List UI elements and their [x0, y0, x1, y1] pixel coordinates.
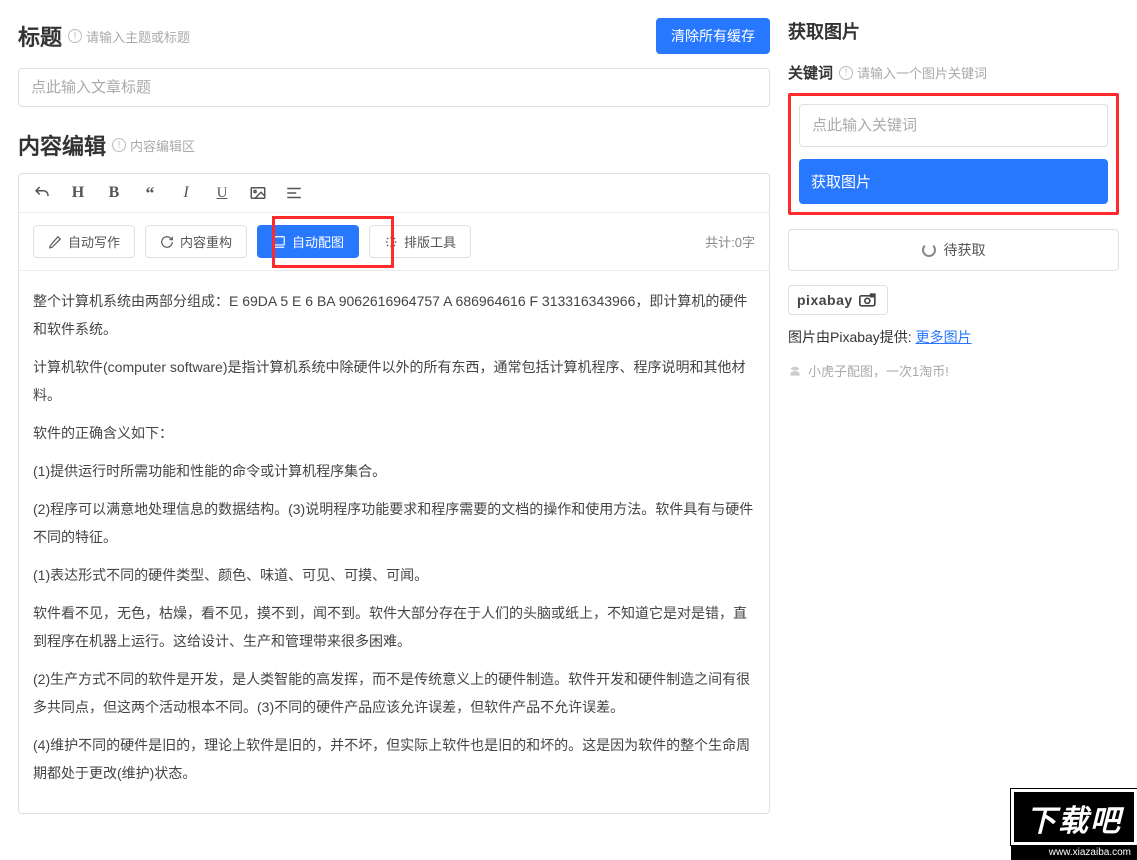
restructure-label: 内容重构	[180, 232, 232, 251]
editor-paragraph: 软件看不见，无色，枯燥，看不见，摸不到，闻不到。软件大部分存在于人们的头脑或纸上…	[33, 599, 755, 655]
editor-paragraph: 整个计算机系统由两部分组成：E 69DA 5 E 6 BA 9062616964…	[33, 287, 755, 343]
status-button[interactable]: 待获取	[788, 229, 1119, 271]
status-label: 待获取	[944, 240, 986, 260]
pixabay-badge: pixabay	[788, 285, 888, 315]
content-section-label: 内容编辑	[18, 129, 106, 161]
restructure-button[interactable]: 内容重构	[145, 225, 247, 258]
watermark-sub: www.xiazaiba.com	[1011, 845, 1137, 860]
fetch-image-label: 获取图片	[811, 174, 871, 191]
format-toolbar: H B “ I U	[19, 174, 769, 213]
credit-prefix: 图片由Pixabay提供:	[788, 329, 912, 345]
editor-paragraph: (2)程序可以满意地处理信息的数据结构。(3)说明程序功能要求和程序需要的文档的…	[33, 495, 755, 551]
auto-write-label: 自动写作	[68, 232, 120, 251]
clear-cache-button[interactable]: 清除所有缓存	[656, 18, 770, 54]
word-count: 共计:0字	[705, 232, 755, 251]
content-hint: 内容编辑区	[130, 136, 195, 155]
clear-cache-label: 清除所有缓存	[671, 26, 755, 46]
side-title: 获取图片	[788, 18, 1119, 44]
fetch-image-button[interactable]: 获取图片	[799, 159, 1108, 204]
align-left-icon[interactable]	[285, 184, 303, 202]
loading-icon	[922, 243, 936, 257]
heading-icon[interactable]: H	[69, 184, 87, 202]
keyword-input[interactable]	[799, 104, 1108, 147]
quote-icon[interactable]: “	[141, 184, 159, 202]
image-credit: 图片由Pixabay提供: 更多图片	[788, 327, 1119, 347]
layout-tool-label: 排版工具	[404, 232, 456, 251]
auto-image-label: 自动配图	[292, 232, 344, 251]
editor-paragraph: 计算机软件(computer software)是指计算机系统中除硬件以外的所有…	[33, 353, 755, 409]
keyword-hint: 请输入一个图片关键词	[857, 63, 987, 82]
editor-paragraph: (1)提供运行时所需功能和性能的命令或计算机程序集合。	[33, 457, 755, 485]
action-toolbar: 自动写作 内容重构 自动配图 排版工具 共计:0字	[19, 213, 769, 271]
editor-paragraph: (1)表达形式不同的硬件类型、颜色、味道、可见、可摸、可闻。	[33, 561, 755, 589]
more-images-link[interactable]: 更多图片	[916, 329, 972, 345]
info-icon: !	[839, 66, 853, 80]
auto-image-button[interactable]: 自动配图	[257, 225, 359, 258]
pixabay-text: pixabay	[797, 292, 853, 308]
image-icon[interactable]	[249, 184, 267, 202]
article-title-input[interactable]	[18, 68, 770, 107]
footer-note: 小虎子配图，一次1淘币!	[788, 361, 1119, 380]
editor-paragraph: (4)维护不同的硬件是旧的，理论上软件是旧的，并不坏，但实际上软件也是旧的和坏的…	[33, 731, 755, 787]
editor-paragraph: 软件的正确含义如下：	[33, 419, 755, 447]
title-hint: 请输入主题或标题	[86, 27, 190, 46]
layout-tool-button[interactable]: 排版工具	[369, 225, 471, 258]
info-icon: !	[112, 138, 126, 152]
keyword-label: 关键词	[788, 62, 833, 83]
bold-icon[interactable]: B	[105, 184, 123, 202]
auto-write-button[interactable]: 自动写作	[33, 225, 135, 258]
editor-body[interactable]: 整个计算机系统由两部分组成：E 69DA 5 E 6 BA 9062616964…	[19, 271, 769, 813]
underline-icon[interactable]: U	[213, 184, 231, 202]
italic-icon[interactable]: I	[177, 184, 195, 202]
title-section-label: 标题	[18, 20, 62, 52]
undo-icon[interactable]	[33, 184, 51, 202]
watermark-main: 下载吧	[1011, 789, 1137, 845]
info-icon: !	[68, 29, 82, 43]
watermark: 下载吧 www.xiazaiba.com	[1011, 789, 1137, 860]
keyword-panel-highlight: 获取图片	[788, 93, 1119, 215]
editor-paragraph: (2)生产方式不同的软件是开发，是人类智能的高发挥，而不是传统意义上的硬件制造。…	[33, 665, 755, 721]
editor: H B “ I U 自动写作 内容重构 自动配图	[18, 173, 770, 814]
footer-text: 小虎子配图，一次1淘币!	[808, 361, 949, 380]
